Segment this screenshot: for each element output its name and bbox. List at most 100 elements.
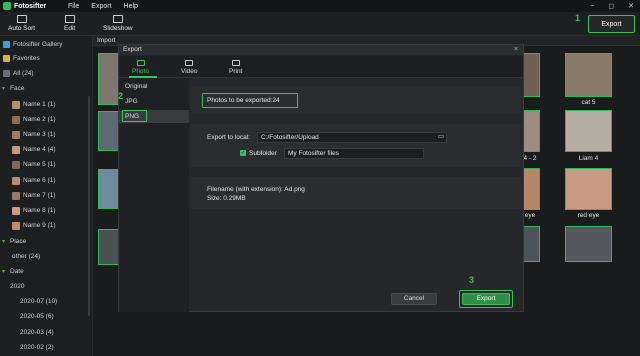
step-marker-3: 3: [469, 275, 475, 285]
photo-thumbnail[interactable]: [98, 169, 120, 209]
auto-sort-label: Auto Sort: [8, 25, 36, 32]
format-list: Original JPG PNG: [119, 78, 189, 312]
photo-thumbnail[interactable]: [565, 168, 612, 210]
edit-icon: [64, 15, 75, 23]
subfolder-label: Subfolder: [249, 150, 277, 157]
menu-export[interactable]: Export: [91, 3, 111, 10]
photo-icon: [136, 60, 145, 66]
all-icon: [3, 70, 10, 77]
sidebar-item-face[interactable]: Name 5 (1): [0, 158, 93, 171]
slideshow-button[interactable]: Slideshow: [103, 15, 133, 32]
print-icon: [231, 60, 240, 66]
tab-print[interactable]: Print: [229, 60, 242, 75]
filename-text: Filename (with extension): Ad.png: [207, 186, 305, 193]
sidebar-item-favorites[interactable]: Favorites: [0, 52, 93, 65]
export-button[interactable]: Export: [462, 293, 510, 305]
minimize-icon[interactable]: −: [590, 3, 594, 10]
cancel-button[interactable]: Cancel: [391, 293, 437, 305]
edit-button[interactable]: Edit: [64, 15, 75, 32]
sidebar-item-face[interactable]: Name 9 (1): [0, 219, 93, 232]
sidebar: Fotosifter Gallery Favorites All (24) ▾ F…: [0, 36, 93, 356]
sidebar-item-month[interactable]: 2020-07 (10): [0, 295, 93, 308]
tab-video[interactable]: Video: [181, 60, 198, 75]
video-icon: [185, 60, 194, 66]
step-marker-1: 1: [575, 13, 581, 23]
app-title: Fotosifter: [14, 2, 47, 10]
sidebar-place-header[interactable]: ▾ Place: [0, 235, 93, 248]
file-info-pane: [191, 177, 521, 209]
sidebar-item-face[interactable]: Name 2 (1): [0, 113, 93, 126]
sidebar-item-gallery[interactable]: Fotosifter Gallery: [0, 38, 93, 51]
size-text: Size: 0.29MB: [207, 195, 246, 202]
destination-pane: [191, 124, 521, 167]
toolbar: Auto Sort Edit Slideshow: [0, 12, 640, 36]
step-marker-2: 2: [118, 91, 124, 101]
tab-photo[interactable]: Photo: [132, 60, 149, 75]
sidebar-item-face[interactable]: Name 7 (1): [0, 189, 93, 202]
sidebar-item-month[interactable]: 2020-05 (6): [0, 310, 93, 323]
subfolder-checkbox[interactable]: ✓: [240, 150, 246, 156]
photo-thumbnail[interactable]: [565, 110, 612, 152]
folder-icon[interactable]: ▭: [438, 132, 444, 140]
sidebar-item-month[interactable]: 2020-03 (4): [0, 326, 93, 339]
thumb-caption: Liam 4: [578, 155, 599, 162]
menu-help[interactable]: Help: [124, 3, 138, 10]
sidebar-item-face[interactable]: Name 8 (1): [0, 204, 93, 217]
subfolder-field[interactable]: My Fotosifter files: [284, 148, 424, 159]
app-logo: Fotosifter: [0, 2, 68, 10]
sidebar-scrollbar[interactable]: [88, 96, 90, 316]
close-icon[interactable]: ×: [514, 45, 518, 55]
auto-sort-icon: [16, 15, 27, 23]
avatar: [12, 145, 20, 154]
sidebar-item-year[interactable]: 2020: [0, 280, 93, 293]
photo-thumbnail[interactable]: [98, 111, 120, 151]
export-tabs: Photo Video Print: [119, 56, 523, 78]
thumb-caption: cat 5: [581, 99, 596, 106]
avatar: [12, 221, 20, 230]
photo-thumbnail[interactable]: [98, 229, 120, 265]
avatar: [12, 206, 20, 215]
export-toolbar-button[interactable]: Export: [588, 15, 635, 33]
sidebar-item-place[interactable]: other (24): [0, 250, 93, 263]
export-count: Photos to be exported:24: [207, 97, 280, 104]
format-jpg[interactable]: JPG: [119, 95, 189, 108]
auto-sort-button[interactable]: Auto Sort: [8, 15, 35, 32]
import-dropdown[interactable]: Import: [97, 37, 115, 44]
format-original[interactable]: Original: [119, 80, 189, 93]
photo-thumbnail[interactable]: [98, 53, 120, 105]
avatar: [12, 191, 20, 200]
export-path-field[interactable]: C:/Fotosifter/Upload: [257, 132, 447, 143]
dialog-title: Export: [119, 45, 523, 55]
close-window-icon[interactable]: ✕: [628, 2, 634, 10]
photo-thumbnail[interactable]: [565, 226, 612, 262]
star-icon: [3, 55, 10, 62]
slideshow-icon: [112, 15, 123, 23]
slideshow-label: Slideshow: [103, 25, 133, 32]
gallery-icon: [3, 41, 10, 48]
export-dialog: Export × Photo Video Print Original JPG …: [118, 44, 524, 312]
avatar: [12, 115, 20, 124]
avatar: [12, 130, 20, 139]
chevron-down-icon: ▾: [2, 269, 6, 275]
sidebar-item-face[interactable]: Name 6 (1): [0, 174, 93, 187]
chevron-down-icon: ▾: [2, 86, 6, 92]
sidebar-item-month[interactable]: 2020-02 (2): [0, 341, 93, 354]
maximize-icon[interactable]: ◻: [608, 2, 614, 10]
edit-label: Edit: [64, 25, 76, 32]
menu-file[interactable]: File: [68, 3, 79, 10]
export-to-label: Export to local:: [207, 134, 250, 141]
chevron-down-icon: ▾: [2, 239, 6, 245]
menu-bar: Fotosifter File Export Help − ◻ ✕: [0, 0, 640, 12]
avatar: [12, 160, 20, 169]
photo-thumbnail[interactable]: [565, 53, 612, 97]
sidebar-item-face[interactable]: Name 3 (1): [0, 128, 93, 141]
avatar: [12, 176, 20, 185]
thumb-caption: red eye: [577, 212, 600, 219]
sidebar-face-header[interactable]: ▾ Face: [0, 82, 93, 95]
sidebar-item-face[interactable]: Name 4 (4): [0, 143, 93, 156]
sidebar-item-all[interactable]: All (24): [0, 67, 93, 80]
sidebar-item-face[interactable]: Name 1 (1): [0, 98, 93, 111]
sidebar-date-header[interactable]: ▾ Date: [0, 265, 93, 278]
logo-icon: [3, 2, 11, 10]
avatar: [12, 100, 20, 109]
